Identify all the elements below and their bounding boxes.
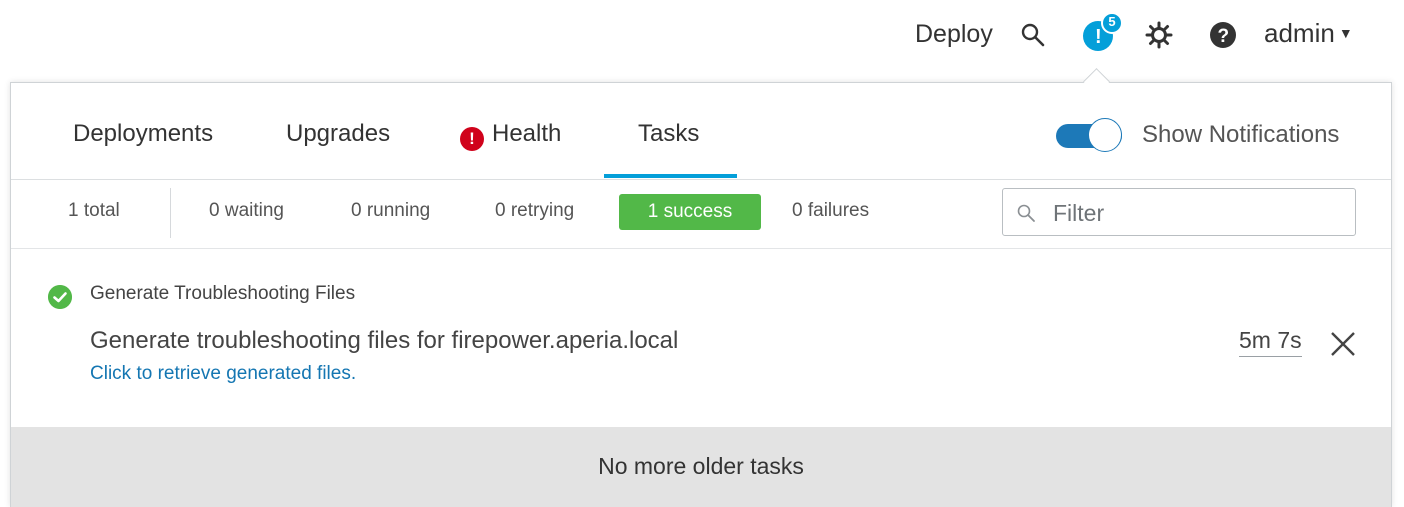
tab-upgrades[interactable]: Upgrades [286, 120, 390, 148]
status-divider [170, 188, 171, 238]
status-total[interactable]: 1 total [68, 200, 120, 222]
no-older-tasks-footer: No more older tasks [11, 427, 1391, 507]
svg-text:!: ! [1095, 26, 1102, 48]
alert-icon: ! [460, 127, 484, 151]
tab-tasks[interactable]: Tasks [638, 120, 699, 148]
chevron-down-icon: ▼ [1338, 25, 1353, 41]
filter-field[interactable] [1002, 188, 1356, 236]
tab-health-label: Health [492, 120, 562, 147]
toggle-knob [1088, 118, 1122, 152]
close-icon[interactable] [1330, 331, 1356, 357]
user-name: admin [1264, 18, 1335, 48]
gear-icon[interactable] [1145, 21, 1173, 49]
user-menu[interactable]: admin ▼ [1264, 18, 1353, 49]
no-older-tasks-text: No more older tasks [598, 453, 804, 479]
notification-icon[interactable]: ! 5 [1079, 12, 1125, 52]
help-icon[interactable]: ? [1209, 21, 1237, 49]
show-notifications-label: Show Notifications [1142, 121, 1340, 148]
top-bar: Deploy ! 5 ? admin ▼ [0, 0, 1404, 70]
notifications-panel: Deployments Upgrades ! Health Tasks Show … [10, 82, 1392, 507]
tab-bar: Deployments Upgrades ! Health Tasks Show … [11, 83, 1391, 180]
filter-input[interactable] [1051, 197, 1345, 229]
show-notifications-toggle[interactable] [1056, 118, 1122, 154]
notification-count: 5 [1108, 14, 1116, 29]
svg-text:?: ? [1218, 26, 1230, 47]
status-running[interactable]: 0 running [351, 200, 430, 222]
check-circle-icon [48, 285, 72, 309]
retrieve-files-link[interactable]: Click to retrieve generated files. [90, 363, 356, 385]
task-status-filters: 1 total 0 waiting 0 running 0 retrying 1… [11, 180, 1391, 249]
tab-health[interactable]: ! Health [460, 120, 561, 151]
active-tab-indicator [604, 174, 737, 178]
task-title: Generate Troubleshooting Files [90, 283, 356, 304]
search-icon[interactable] [1020, 22, 1046, 48]
search-icon [1017, 204, 1035, 222]
status-waiting[interactable]: 0 waiting [209, 200, 284, 222]
status-failures[interactable]: 0 failures [792, 200, 869, 222]
status-success-badge[interactable]: 1 success [619, 194, 761, 230]
notification-bubble-icon: ! [1083, 12, 1123, 51]
task-item: Generate Troubleshooting Files Generate … [11, 249, 1391, 427]
status-retrying[interactable]: 0 retrying [495, 200, 574, 222]
deploy-button[interactable]: Deploy [915, 20, 993, 49]
task-description: Generate troubleshooting files for firep… [90, 327, 679, 354]
tab-deployments[interactable]: Deployments [73, 120, 213, 148]
task-elapsed-time: 5m 7s [1239, 327, 1302, 357]
